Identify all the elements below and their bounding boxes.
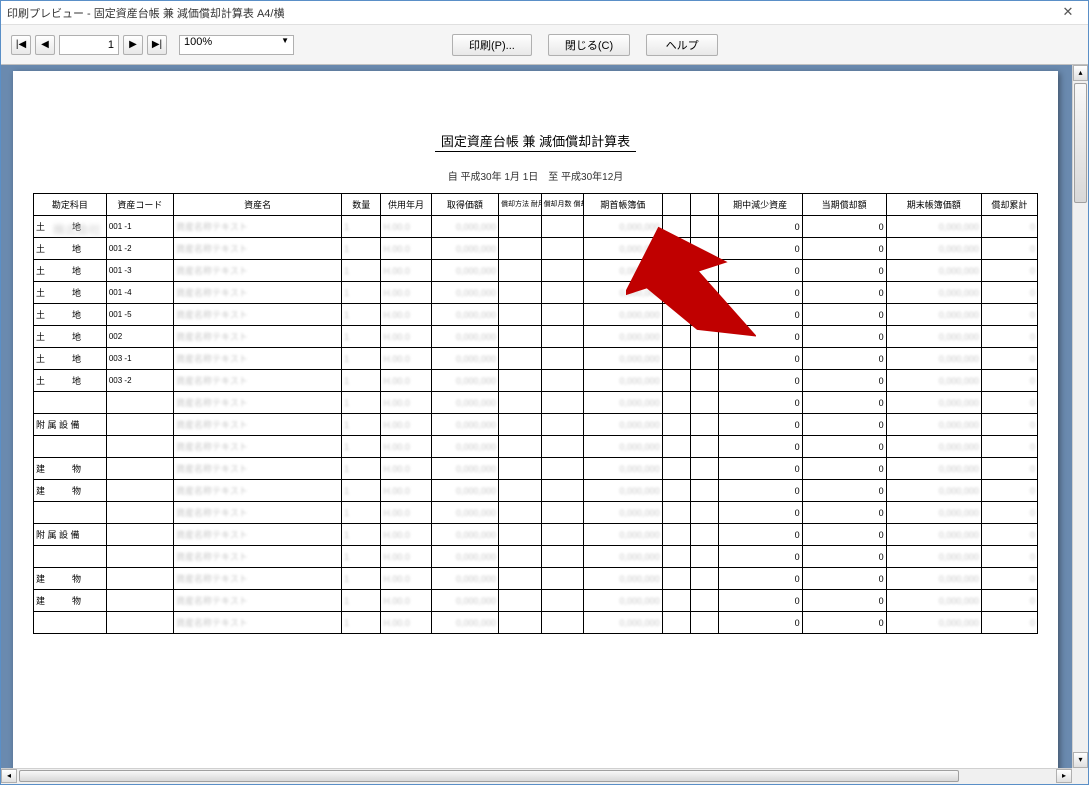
scrollbar-corner xyxy=(1072,768,1088,784)
col-use-date: 供用年月 xyxy=(381,194,431,216)
col-account: 勘定科目 xyxy=(34,194,107,216)
print-preview-window: 印刷プレビュー - 固定資産台帳 兼 減価償却計算表 A4/横 ✕ |◀ ◀ ▶… xyxy=(0,0,1089,785)
last-page-button[interactable]: ▶| xyxy=(147,35,167,55)
company-label: 株式会社 xyxy=(53,221,101,238)
col-dep-rate: 償却月数 償却率 xyxy=(541,194,584,216)
report-period: 自 平成30年 1月 1日 至 平成30年12月 xyxy=(33,168,1038,183)
col-asset-code: 資産コード xyxy=(106,194,173,216)
vscroll-thumb[interactable] xyxy=(1074,83,1087,203)
close-button[interactable]: 閉じる(C) xyxy=(548,34,630,56)
table-row: 土 地003 -1資産名称テキスト1H.00.00,000,0000,000,0… xyxy=(34,348,1038,370)
col-asset-name: 資産名 xyxy=(174,194,342,216)
col-qty: 数量 xyxy=(342,194,381,216)
first-page-button[interactable]: |◀ xyxy=(11,35,31,55)
help-button[interactable]: ヘルプ xyxy=(646,34,718,56)
prev-page-button[interactable]: ◀ xyxy=(35,35,55,55)
col-cur-dep: 当期償却額 xyxy=(802,194,886,216)
col-mid-dec: 期中減少資産 xyxy=(718,194,802,216)
scroll-down-icon[interactable]: ▾ xyxy=(1073,752,1088,768)
table-row: 附 属 設 備資産名称テキスト1H.00.00,000,0000,000,000… xyxy=(34,524,1038,546)
page-number-input[interactable] xyxy=(59,35,119,55)
table-row: 資産名称テキスト1H.00.00,000,0000,000,000000,000… xyxy=(34,612,1038,634)
table-row: 建 物資産名称テキスト1H.00.00,000,0000,000,000000,… xyxy=(34,480,1038,502)
scroll-left-icon[interactable]: ◂ xyxy=(1,769,17,783)
table-row: 建 物資産名称テキスト1H.00.00,000,0000,000,000000,… xyxy=(34,590,1038,612)
table-row: 土 地001 -5資産名称テキスト1H.00.00,000,0000,000,0… xyxy=(34,304,1038,326)
table-row: 資産名称テキスト1H.00.00,000,0000,000,000000,000… xyxy=(34,546,1038,568)
col-close-book: 期末帳簿価額 xyxy=(886,194,981,216)
col-acq-cost: 取得価額 xyxy=(431,194,498,216)
table-row: 土 地002資産名称テキスト1H.00.00,000,0000,000,0000… xyxy=(34,326,1038,348)
col-accum: 償却累計 xyxy=(981,194,1037,216)
table-row: 土 地001 -1資産名称テキスト1H.00.00,000,0000,000,0… xyxy=(34,216,1038,238)
table-row: 附 属 設 備資産名称テキスト1H.00.00,000,0000,000,000… xyxy=(34,414,1038,436)
titlebar: 印刷プレビュー - 固定資産台帳 兼 減価償却計算表 A4/横 ✕ xyxy=(1,1,1088,25)
preview-area: 固定資産台帳 兼 減価償却計算表 自 平成30年 1月 1日 至 平成30年12… xyxy=(1,65,1088,784)
table-row: 土 地001 -2資産名称テキスト1H.00.00,000,0000,000,0… xyxy=(34,238,1038,260)
zoom-select[interactable]: 100% xyxy=(179,35,294,55)
toolbar: |◀ ◀ ▶ ▶| 100% 印刷(P)... 閉じる(C) ヘルプ xyxy=(1,25,1088,65)
next-page-button[interactable]: ▶ xyxy=(123,35,143,55)
vertical-scrollbar[interactable]: ▴ ▾ xyxy=(1072,65,1088,768)
preview-page: 固定資産台帳 兼 減価償却計算表 自 平成30年 1月 1日 至 平成30年12… xyxy=(13,71,1058,768)
scroll-right-icon[interactable]: ▸ xyxy=(1056,769,1072,783)
horizontal-scrollbar[interactable]: ◂ ▸ xyxy=(1,768,1072,784)
table-row: 資産名称テキスト1H.00.00,000,0000,000,000000,000… xyxy=(34,502,1038,524)
table-header-row: 勘定科目 資産コード 資産名 数量 供用年月 取得価額 償却方法 耐用年数 償却… xyxy=(34,194,1038,216)
window-title: 印刷プレビュー - 固定資産台帳 兼 減価償却計算表 A4/横 xyxy=(7,5,1054,21)
col-dep-method: 償却方法 耐用年数 xyxy=(498,194,541,216)
scroll-up-icon[interactable]: ▴ xyxy=(1073,65,1088,81)
ledger-table: 勘定科目 資産コード 資産名 数量 供用年月 取得価額 償却方法 耐用年数 償却… xyxy=(33,193,1038,634)
close-icon[interactable]: ✕ xyxy=(1054,4,1082,22)
print-button[interactable]: 印刷(P)... xyxy=(452,34,532,56)
col-blank1 xyxy=(662,194,690,216)
table-row: 建 物資産名称テキスト1H.00.00,000,0000,000,000000,… xyxy=(34,568,1038,590)
preview-scroll[interactable]: 固定資産台帳 兼 減価償却計算表 自 平成30年 1月 1日 至 平成30年12… xyxy=(1,65,1072,768)
table-row: 建 物資産名称テキスト1H.00.00,000,0000,000,000000,… xyxy=(34,458,1038,480)
table-row: 資産名称テキスト1H.00.00,000,0000,000,000000,000… xyxy=(34,392,1038,414)
hscroll-thumb[interactable] xyxy=(19,770,959,782)
report-title: 固定資産台帳 兼 減価償却計算表 xyxy=(435,131,636,152)
table-row: 土 地001 -3資産名称テキスト1H.00.00,000,0000,000,0… xyxy=(34,260,1038,282)
table-row: 資産名称テキスト1H.00.00,000,0000,000,000000,000… xyxy=(34,436,1038,458)
col-open-book: 期首帳簿価 xyxy=(584,194,662,216)
table-row: 土 地001 -4資産名称テキスト1H.00.00,000,0000,000,0… xyxy=(34,282,1038,304)
table-row: 土 地003 -2資産名称テキスト1H.00.00,000,0000,000,0… xyxy=(34,370,1038,392)
col-blank2 xyxy=(690,194,718,216)
